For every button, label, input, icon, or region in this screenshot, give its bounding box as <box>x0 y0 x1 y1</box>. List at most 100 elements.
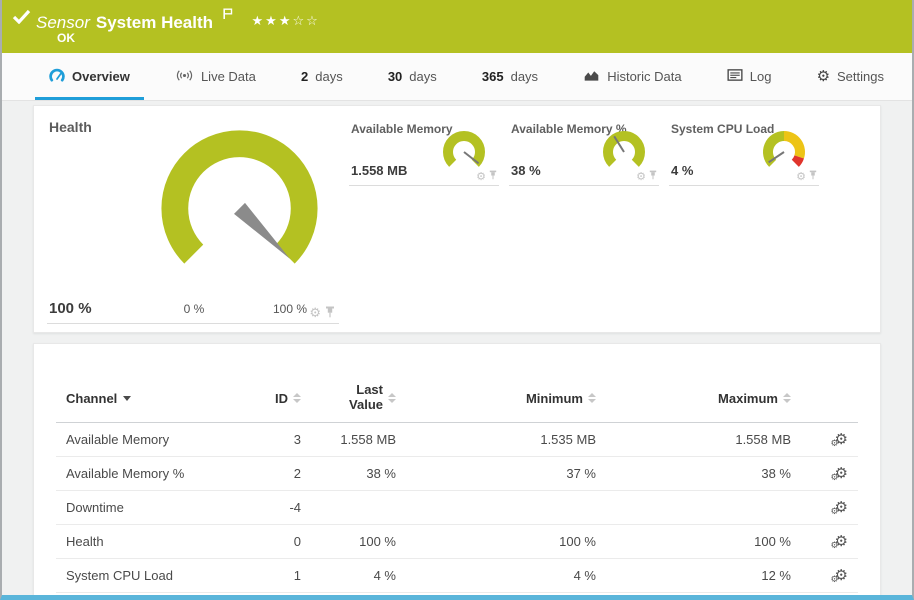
gear-icon: ⚙ <box>817 69 830 84</box>
channel-id: 0 <box>246 534 301 549</box>
tab-live-data-label: Live Data <box>201 69 256 84</box>
stars-empty: ☆☆ <box>292 13 319 28</box>
channel-last-value: 4 % <box>301 568 396 583</box>
table-row[interactable]: Available Memory 3 1.558 MB 1.535 MB 1.5… <box>56 423 858 457</box>
channel-name: Available Memory % <box>56 466 246 481</box>
channel-maximum: 100 % <box>596 534 791 549</box>
widget-gear-icon[interactable]: ⚙ <box>476 171 486 182</box>
sort-icon <box>588 393 596 403</box>
tab-2-days-label: days <box>315 69 342 84</box>
area-chart-icon <box>583 69 600 85</box>
channel-minimum: 1.535 MB <box>396 432 596 447</box>
channel-settings-icon[interactable]: ⚙⚙ <box>835 432 848 447</box>
channel-maximum: 1.558 MB <box>596 432 791 447</box>
channel-name: System CPU Load <box>56 568 246 583</box>
channel-settings-icon[interactable]: ⚙⚙ <box>835 466 848 481</box>
tab-live-data[interactable]: Live Data <box>161 53 270 100</box>
gauge-value: 1.558 MB <box>351 163 407 178</box>
channel-settings-icon[interactable]: ⚙⚙ <box>835 534 848 549</box>
tab-365-days-number: 365 <box>482 69 504 84</box>
widget-gear-icon[interactable]: ⚙ <box>309 307 321 320</box>
channel-id: 1 <box>246 568 301 583</box>
tab-2-days-number: 2 <box>301 69 308 84</box>
sort-icon <box>388 393 396 403</box>
log-list-icon <box>727 69 743 84</box>
channel-maximum: 12 % <box>596 568 791 583</box>
tab-overview-label: Overview <box>72 69 130 84</box>
channel-name: Health <box>56 534 246 549</box>
available-memory-pct-widget: Available Memory % 38 % ⚙ <box>509 114 659 186</box>
column-header-maximum[interactable]: Maximum <box>596 391 791 406</box>
channel-id: 3 <box>246 432 301 447</box>
health-gauge <box>147 116 332 286</box>
sort-desc-icon <box>123 396 131 401</box>
channel-settings-icon[interactable]: ⚙⚙ <box>835 500 848 515</box>
available-memory-pct-gauge <box>599 127 649 173</box>
available-memory-gauge <box>439 127 489 173</box>
system-cpu-load-widget: System CPU Load 4 % ⚙ <box>669 114 819 186</box>
column-header-id[interactable]: ID <box>246 391 301 406</box>
health-gauge-widget: Health 0 % 100 % 100 % ⚙ <box>47 114 339 324</box>
object-type-label: Sensor <box>36 13 90 32</box>
channel-last-value: 1.558 MB <box>301 432 396 447</box>
channel-minimum: 100 % <box>396 534 596 549</box>
pin-icon[interactable] <box>649 170 657 183</box>
tab-settings-label: Settings <box>837 69 884 84</box>
tab-historic-data-label: Historic Data <box>607 69 681 84</box>
pin-icon[interactable] <box>809 170 817 183</box>
tab-historic-data[interactable]: Historic Data <box>569 53 695 100</box>
broadcast-icon <box>175 69 194 85</box>
tab-365-days[interactable]: 365 days <box>468 53 552 100</box>
channel-table: Channel ID Last Value Minimum Maximum Av… <box>56 378 858 593</box>
available-memory-widget: Available Memory 1.558 MB ⚙ <box>349 114 499 186</box>
table-row[interactable]: Downtime -4 ⚙⚙ <box>56 491 858 525</box>
gauge-value: 38 % <box>511 163 541 178</box>
tab-30-days-number: 30 <box>388 69 402 84</box>
channel-name: Downtime <box>56 500 246 515</box>
widget-title: Available Memory <box>351 122 453 136</box>
tab-bar: Overview Live Data 2 days 30 days 365 da… <box>2 53 912 101</box>
tab-overview[interactable]: Overview <box>35 53 144 100</box>
column-header-channel[interactable]: Channel <box>56 391 246 406</box>
sort-icon <box>293 393 301 403</box>
channel-settings-icon[interactable]: ⚙⚙ <box>835 568 848 583</box>
gauge-scale-min: 0 % <box>164 302 224 316</box>
page-title: System Health <box>96 13 213 32</box>
table-row[interactable]: System CPU Load 1 4 % 4 % 12 % ⚙⚙ <box>56 559 858 593</box>
table-row[interactable]: Available Memory % 2 38 % 37 % 38 % ⚙⚙ <box>56 457 858 491</box>
pin-icon[interactable] <box>325 306 335 320</box>
table-header-row: Channel ID Last Value Minimum Maximum <box>56 378 858 423</box>
tab-365-days-label: days <box>511 69 538 84</box>
sensor-title: Sensor System Health ★★★☆☆ <box>36 5 320 33</box>
sort-icon <box>783 393 791 403</box>
channel-id: 2 <box>246 466 301 481</box>
channel-table-panel: Channel ID Last Value Minimum Maximum Av… <box>33 343 881 600</box>
column-header-minimum[interactable]: Minimum <box>396 391 596 406</box>
widget-gear-icon[interactable]: ⚙ <box>636 171 646 182</box>
table-row[interactable]: Health 0 100 % 100 % 100 % ⚙⚙ <box>56 525 858 559</box>
overview-panel: Health 0 % 100 % 100 % ⚙ Available Memor… <box>33 105 881 333</box>
pin-icon[interactable] <box>489 170 497 183</box>
status-badge: OK <box>57 31 75 45</box>
tab-settings[interactable]: ⚙ Settings <box>803 53 898 100</box>
widget-title: Health <box>49 119 92 135</box>
priority-stars[interactable]: ★★★☆☆ <box>252 13 320 28</box>
sensor-status-bar: Sensor System Health ★★★☆☆ OK <box>2 0 912 53</box>
channel-id: -4 <box>246 500 301 515</box>
tab-log[interactable]: Log <box>713 53 786 100</box>
tab-30-days[interactable]: 30 days <box>374 53 451 100</box>
stars-filled: ★★★ <box>252 13 293 28</box>
tab-2-days[interactable]: 2 days <box>287 53 357 100</box>
ok-check-icon <box>12 9 31 29</box>
gauge-icon <box>49 68 65 85</box>
column-header-last-value[interactable]: Last Value <box>301 383 396 413</box>
gauge-value: 100 % <box>49 300 92 317</box>
gauge-value: 4 % <box>671 163 693 178</box>
channel-minimum: 4 % <box>396 568 596 583</box>
prtg-sensor-window: Sensor System Health ★★★☆☆ OK Overview Li… <box>0 0 914 600</box>
flag-icon <box>218 5 237 24</box>
channel-maximum: 38 % <box>596 466 791 481</box>
channel-minimum: 37 % <box>396 466 596 481</box>
channel-name: Available Memory <box>56 432 246 447</box>
widget-gear-icon[interactable]: ⚙ <box>796 171 806 182</box>
